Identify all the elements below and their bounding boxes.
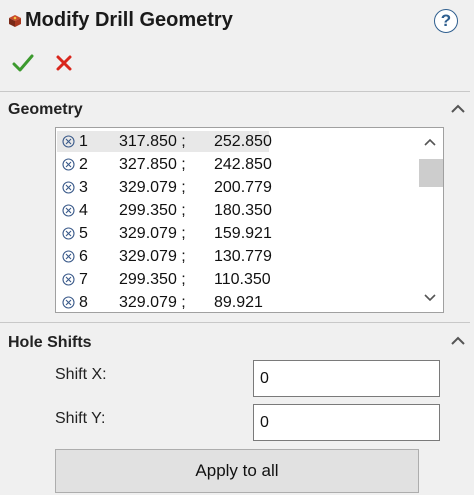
row-number: 8: [79, 294, 88, 311]
list-item[interactable]: 3 329.079 ; 200.779: [57, 176, 417, 199]
point-remove-icon[interactable]: [62, 181, 75, 194]
row-x-value: 329.079 ;: [119, 179, 186, 196]
hole-shifts-section-title: Hole Shifts: [8, 334, 92, 351]
chevron-up-icon[interactable]: [450, 335, 466, 347]
vertical-scrollbar[interactable]: [418, 128, 443, 312]
scroll-thumb[interactable]: [419, 159, 443, 187]
scroll-down-arrow-icon[interactable]: [424, 294, 436, 302]
row-y-value: 252.850: [214, 133, 272, 150]
dialog-header: Modify Drill Geometry ?: [0, 0, 474, 44]
row-y-value: 242.850: [214, 156, 272, 173]
list-item[interactable]: 4 299.350 ; 180.350: [57, 199, 417, 222]
row-number: 2: [79, 156, 88, 173]
point-remove-icon[interactable]: [62, 250, 75, 263]
row-y-value: 110.350: [214, 271, 271, 288]
apply-to-all-button[interactable]: Apply to all: [55, 449, 419, 493]
section-divider: [0, 322, 470, 323]
list-item[interactable]: 5 329.079 ; 159.921: [57, 222, 417, 245]
list-item[interactable]: 1 317.850 ; 252.850: [57, 130, 417, 153]
row-number: 3: [79, 179, 88, 196]
point-remove-icon[interactable]: [62, 273, 75, 286]
row-y-value: 159.921: [214, 225, 272, 242]
row-x-value: 329.079 ;: [119, 225, 186, 242]
shift-y-label: Shift Y:: [55, 410, 106, 427]
cancel-close-icon[interactable]: [55, 54, 73, 72]
point-remove-icon[interactable]: [62, 135, 75, 148]
ok-check-icon[interactable]: [12, 53, 34, 73]
row-x-value: 327.850 ;: [119, 156, 186, 173]
point-remove-icon[interactable]: [62, 204, 75, 217]
row-number: 5: [79, 225, 88, 242]
shift-y-input[interactable]: [253, 404, 440, 441]
row-x-value: 299.350 ;: [119, 202, 186, 219]
chevron-up-icon[interactable]: [450, 103, 466, 115]
drill-app-icon: [9, 15, 21, 27]
point-remove-icon[interactable]: [62, 296, 75, 309]
point-remove-icon[interactable]: [62, 227, 75, 240]
list-item[interactable]: 8 329.079 ; 89.921: [57, 291, 417, 312]
shift-x-input[interactable]: [253, 360, 440, 397]
row-y-value: 180.350: [214, 202, 272, 219]
point-remove-icon[interactable]: [62, 158, 75, 171]
row-x-value: 317.850 ;: [119, 133, 186, 150]
geometry-list[interactable]: 1 317.850 ; 252.850 2 327.850 ; 242.850 …: [55, 127, 444, 313]
help-icon: ?: [440, 11, 452, 30]
list-item[interactable]: 7 299.350 ; 110.350: [57, 268, 417, 291]
dialog-title: Modify Drill Geometry: [25, 9, 233, 31]
help-button[interactable]: ?: [434, 9, 458, 33]
geometry-section-title: Geometry: [8, 101, 83, 118]
row-x-value: 329.079 ;: [119, 294, 186, 311]
row-number: 7: [79, 271, 88, 288]
row-number: 6: [79, 248, 88, 265]
row-y-value: 200.779: [214, 179, 272, 196]
row-x-value: 329.079 ;: [119, 248, 186, 265]
row-y-value: 130.779: [214, 248, 272, 265]
row-number: 4: [79, 202, 88, 219]
section-divider: [0, 91, 470, 92]
shift-x-label: Shift X:: [55, 366, 107, 383]
scroll-up-arrow-icon[interactable]: [424, 138, 436, 146]
row-x-value: 299.350 ;: [119, 271, 186, 288]
row-number: 1: [79, 133, 88, 150]
row-y-value: 89.921: [214, 294, 263, 311]
list-item[interactable]: 2 327.850 ; 242.850: [57, 153, 417, 176]
list-item[interactable]: 6 329.079 ; 130.779: [57, 245, 417, 268]
